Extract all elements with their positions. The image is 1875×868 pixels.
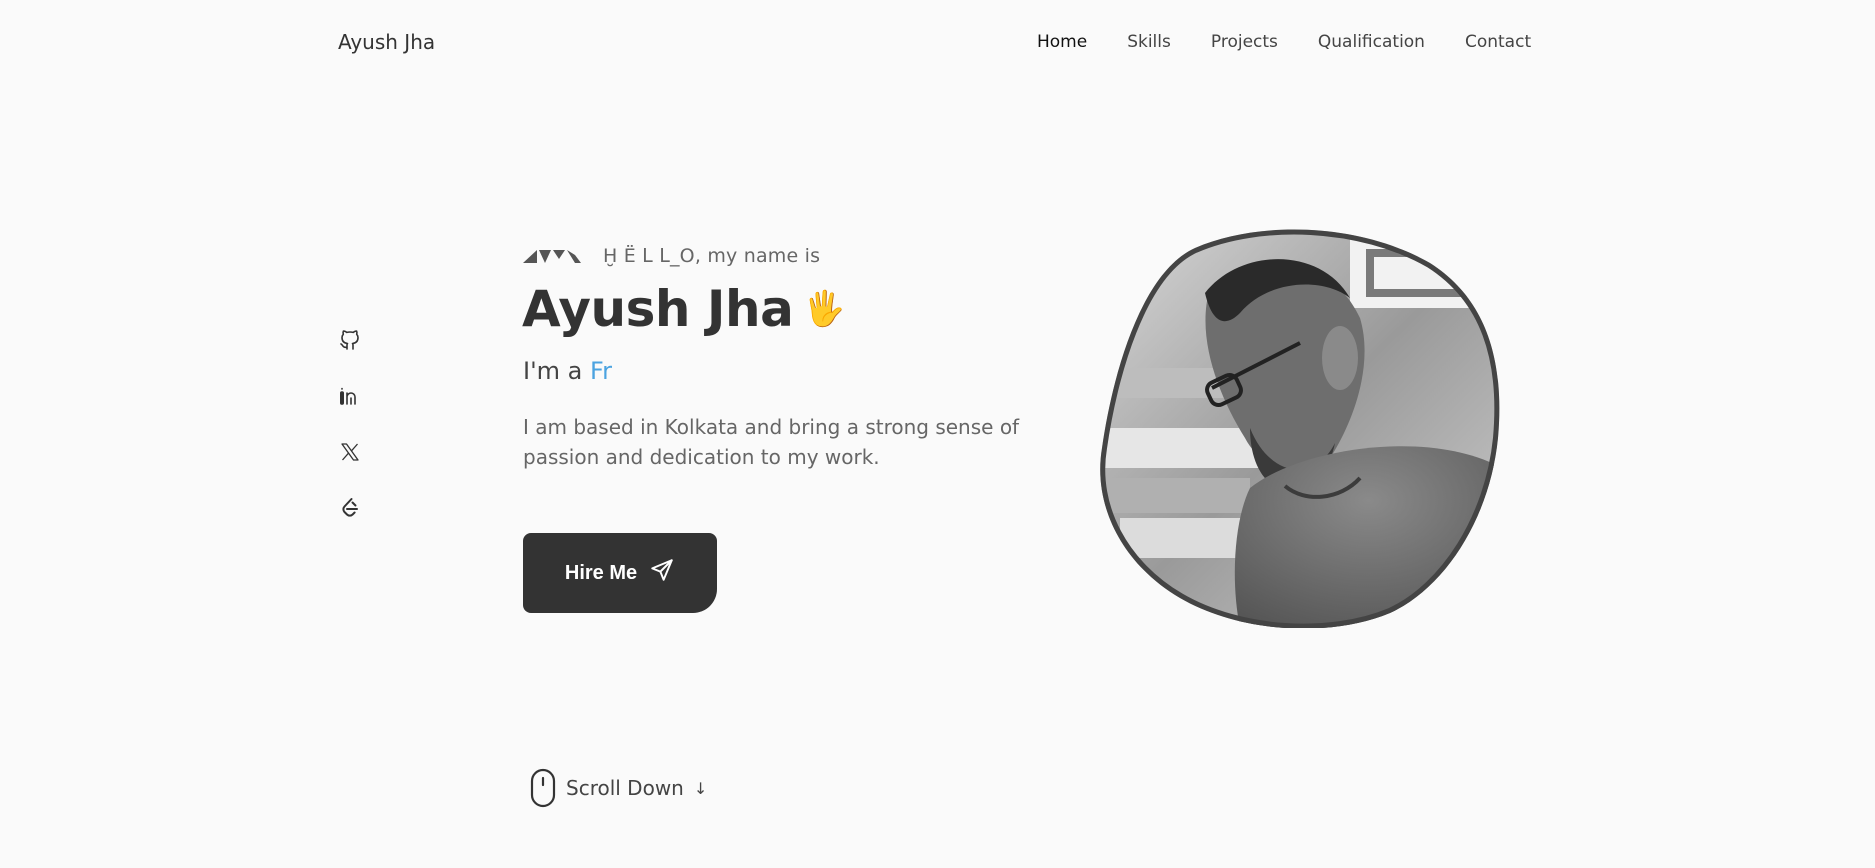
nav-contact[interactable]: Contact	[1465, 32, 1531, 52]
hero-title: Ayush Jha 🖐	[522, 280, 846, 338]
greeting-decoration-icon	[523, 249, 589, 263]
role-typed-text: Fr	[590, 357, 612, 385]
portfolio-page: Ayush Jha Home Skills Projects Qualifica…	[0, 0, 1875, 868]
hero-name: Ayush Jha	[522, 280, 794, 338]
nav-qualification[interactable]: Qualification	[1318, 32, 1425, 52]
nav-skills[interactable]: Skills	[1127, 32, 1171, 52]
scroll-down-link[interactable]: Scroll Down ↓	[530, 768, 707, 808]
greeting: Ḫ Ë ᒪ ᒪ_O, my name is	[523, 245, 820, 267]
hire-me-button[interactable]: Hire Me	[523, 533, 717, 613]
github-icon[interactable]	[338, 328, 362, 354]
scroll-down-label: Scroll Down	[566, 776, 684, 800]
mouse-icon	[530, 768, 556, 808]
social-links	[338, 328, 362, 522]
role-prefix: I'm a	[523, 357, 591, 385]
send-icon	[649, 557, 675, 589]
waving-hand-icon: 🖐	[803, 289, 846, 329]
site-logo[interactable]: Ayush Jha	[338, 30, 435, 54]
linkedin-icon[interactable]	[338, 384, 362, 410]
profile-photo	[1100, 228, 1502, 629]
nav-home[interactable]: Home	[1037, 32, 1087, 52]
hero-description: I am based in Kolkata and bring a strong…	[523, 415, 1020, 469]
greeting-text: Ḫ Ë ᒪ ᒪ_O, my name is	[603, 245, 821, 267]
x-twitter-icon[interactable]	[338, 440, 362, 466]
main-nav: Home Skills Projects Qualification Conta…	[1037, 32, 1531, 52]
hero-role: I'm a Fr	[523, 357, 612, 385]
arrow-down-icon: ↓	[693, 778, 708, 798]
hire-me-label: Hire Me	[564, 561, 638, 584]
leetcode-icon[interactable]	[338, 496, 362, 522]
nav-projects[interactable]: Projects	[1211, 32, 1278, 52]
